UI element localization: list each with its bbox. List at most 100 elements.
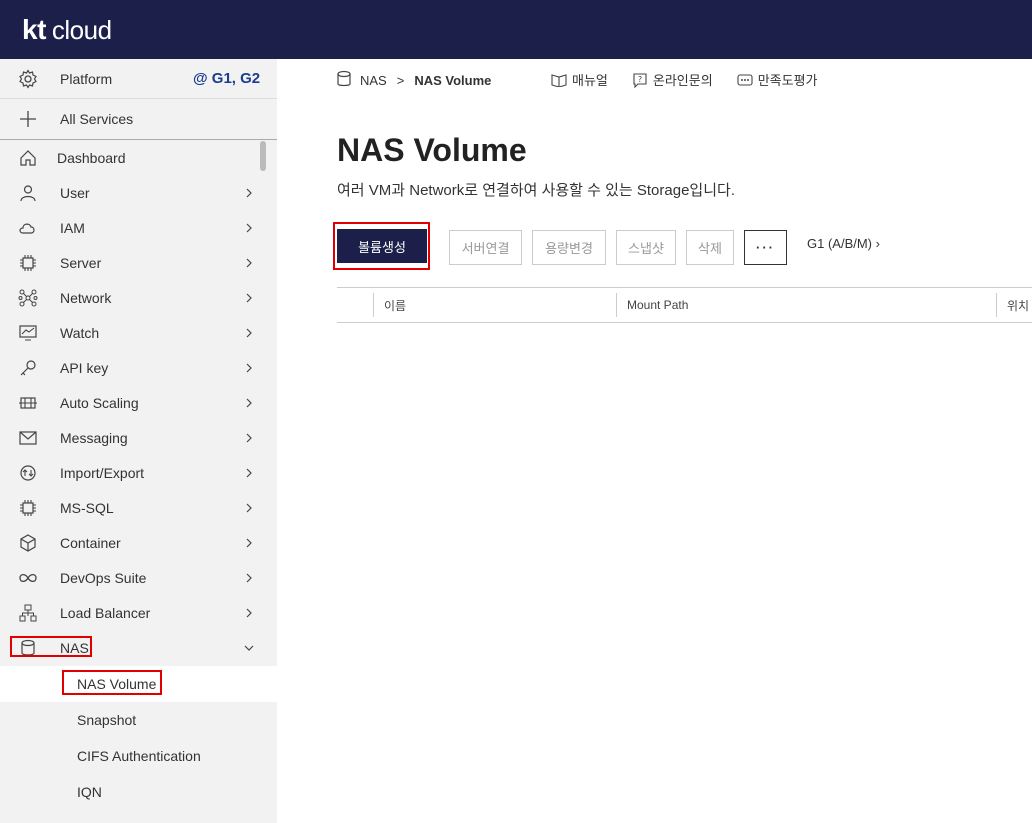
more-button[interactable]: ··· bbox=[744, 230, 787, 265]
region-selector[interactable]: @ G1, G2 bbox=[193, 70, 260, 87]
chevron-right-icon bbox=[244, 360, 254, 376]
sidebar-item-label: Watch bbox=[60, 324, 100, 341]
sidebar-subitem-label: CIFS Authentication bbox=[77, 748, 201, 764]
sidebar-subitem-snapshot[interactable]: Snapshot bbox=[0, 702, 277, 738]
column-divider bbox=[373, 293, 374, 317]
sidebar-item-api-key[interactable]: API key bbox=[0, 350, 277, 385]
chip-icon bbox=[18, 253, 38, 273]
page-title: NAS Volume bbox=[337, 132, 527, 168]
sidebar-item-label: Import/Export bbox=[60, 464, 145, 481]
chevron-right-icon bbox=[244, 430, 254, 446]
create-volume-button[interactable]: 볼륨생성 bbox=[337, 229, 427, 263]
sidebar-item-messaging[interactable]: Messaging bbox=[0, 420, 277, 455]
zone-selector[interactable]: G1 (A/B/M) › bbox=[807, 236, 880, 251]
column-divider bbox=[996, 293, 997, 317]
mail-icon bbox=[18, 428, 38, 448]
nas-highlight-box bbox=[10, 636, 92, 657]
chevron-right-icon bbox=[244, 185, 254, 201]
chevron-right-icon bbox=[244, 570, 254, 586]
hierarchy-icon bbox=[18, 603, 38, 623]
sidebar-item-label: User bbox=[60, 184, 90, 201]
breadcrumb-parent[interactable]: NAS bbox=[360, 73, 387, 88]
sidebar-item-label: Load Balancer bbox=[60, 604, 151, 621]
sidebar-subitem-label: Snapshot bbox=[77, 712, 137, 728]
column-header-location[interactable]: 위치 bbox=[1007, 288, 1029, 322]
sidebar: Platform @ G1, G2 All Services Dashboard… bbox=[0, 59, 277, 823]
sidebar-item-label: Messaging bbox=[60, 429, 128, 446]
platform-label: Platform bbox=[60, 70, 113, 87]
chevron-right-icon bbox=[244, 325, 254, 341]
top-bar: kt cloud bbox=[0, 0, 1032, 59]
transfer-icon bbox=[18, 463, 38, 483]
column-divider bbox=[616, 293, 617, 317]
nas-volume-highlight-box bbox=[62, 670, 162, 695]
chevron-right-icon bbox=[244, 290, 254, 306]
scaling-icon bbox=[18, 393, 38, 413]
snapshot-button[interactable]: 스냅샷 bbox=[616, 230, 676, 265]
sidebar-item-network[interactable]: Network bbox=[0, 280, 277, 315]
column-header-name[interactable]: 이름 bbox=[384, 288, 406, 322]
book-icon bbox=[551, 73, 567, 87]
table-header: 이름 Mount Path 위치 bbox=[337, 287, 1032, 323]
key-icon bbox=[18, 358, 38, 378]
chevron-right-icon bbox=[244, 255, 254, 271]
svg-text:?: ? bbox=[638, 75, 642, 84]
chevron-down-icon bbox=[244, 640, 254, 656]
breadcrumb-current: NAS Volume bbox=[414, 72, 492, 88]
chevron-right-icon bbox=[244, 395, 254, 411]
sidebar-subitem-label: IQN bbox=[77, 784, 102, 800]
sidebar-subitem-iqn[interactable]: IQN bbox=[0, 774, 277, 810]
database-icon bbox=[336, 70, 352, 91]
monitor-icon bbox=[18, 323, 38, 343]
box-icon bbox=[18, 533, 38, 553]
satisfaction-survey-link[interactable]: 만족도평가 bbox=[737, 70, 818, 89]
sidebar-item-label: IAM bbox=[60, 219, 85, 236]
network-icon bbox=[18, 288, 38, 308]
attach-server-button[interactable]: 서버연결 bbox=[449, 230, 522, 265]
sidebar-item-auto-scaling[interactable]: Auto Scaling bbox=[0, 385, 277, 420]
sidebar-item-user[interactable]: User bbox=[0, 175, 277, 210]
help-links: 매뉴얼 ? 온라인문의 만족도평가 bbox=[551, 70, 842, 89]
sidebar-item-import-export[interactable]: Import/Export bbox=[0, 455, 277, 490]
platform-row[interactable]: Platform @ G1, G2 bbox=[0, 59, 277, 99]
home-icon bbox=[18, 148, 38, 168]
column-header-mount-path[interactable]: Mount Path bbox=[627, 288, 688, 322]
all-services-label: All Services bbox=[60, 111, 134, 127]
page-description: 여러 VM과 Network로 연결하여 사용할 수 있는 Storage입니다… bbox=[337, 182, 735, 199]
manual-link[interactable]: 매뉴얼 bbox=[551, 70, 608, 89]
chevron-right-icon bbox=[244, 465, 254, 481]
chevron-right-icon bbox=[244, 535, 254, 551]
sidebar-item-label: Container bbox=[60, 534, 121, 551]
gear-icon bbox=[18, 68, 38, 89]
resize-button[interactable]: 용량변경 bbox=[532, 230, 606, 265]
sidebar-item-ms-sql[interactable]: MS-SQL bbox=[0, 490, 277, 525]
sidebar-item-watch[interactable]: Watch bbox=[0, 315, 277, 350]
delete-button[interactable]: 삭제 bbox=[686, 230, 734, 265]
breadcrumb: NAS > NAS Volume bbox=[336, 70, 491, 90]
kt-cloud-logo[interactable]: kt cloud bbox=[22, 14, 112, 46]
question-chat-icon: ? bbox=[633, 72, 647, 88]
online-inquiry-link[interactable]: ? 온라인문의 bbox=[632, 70, 713, 89]
sidebar-item-label: Dashboard bbox=[57, 149, 126, 166]
sidebar-item-devops-suite[interactable]: DevOps Suite bbox=[0, 560, 277, 595]
all-services-button[interactable]: All Services bbox=[0, 99, 277, 140]
sidebar-item-container[interactable]: Container bbox=[0, 525, 277, 560]
sidebar-item-server[interactable]: Server bbox=[0, 245, 277, 280]
sidebar-item-label: Server bbox=[60, 254, 102, 271]
sidebar-item-label: Network bbox=[60, 289, 112, 306]
infinity-icon bbox=[18, 568, 38, 588]
sidebar-subitem-cifs-authentication[interactable]: CIFS Authentication bbox=[0, 738, 277, 774]
user-icon bbox=[18, 183, 38, 203]
chevron-right-icon bbox=[244, 220, 254, 236]
chevron-right-icon bbox=[244, 605, 254, 621]
plus-icon bbox=[18, 109, 38, 129]
chip-icon bbox=[18, 498, 38, 518]
sidebar-item-label: Auto Scaling bbox=[60, 394, 139, 411]
breadcrumb-separator: > bbox=[396, 72, 405, 88]
sidebar-item-dashboard[interactable]: Dashboard bbox=[0, 140, 277, 175]
chevron-right-icon bbox=[244, 500, 254, 516]
sidebar-item-load-balancer[interactable]: Load Balancer bbox=[0, 595, 277, 630]
sidebar-item-iam[interactable]: IAM bbox=[0, 210, 277, 245]
sidebar-item-label: DevOps Suite bbox=[60, 569, 147, 586]
cloud-icon bbox=[18, 218, 38, 238]
